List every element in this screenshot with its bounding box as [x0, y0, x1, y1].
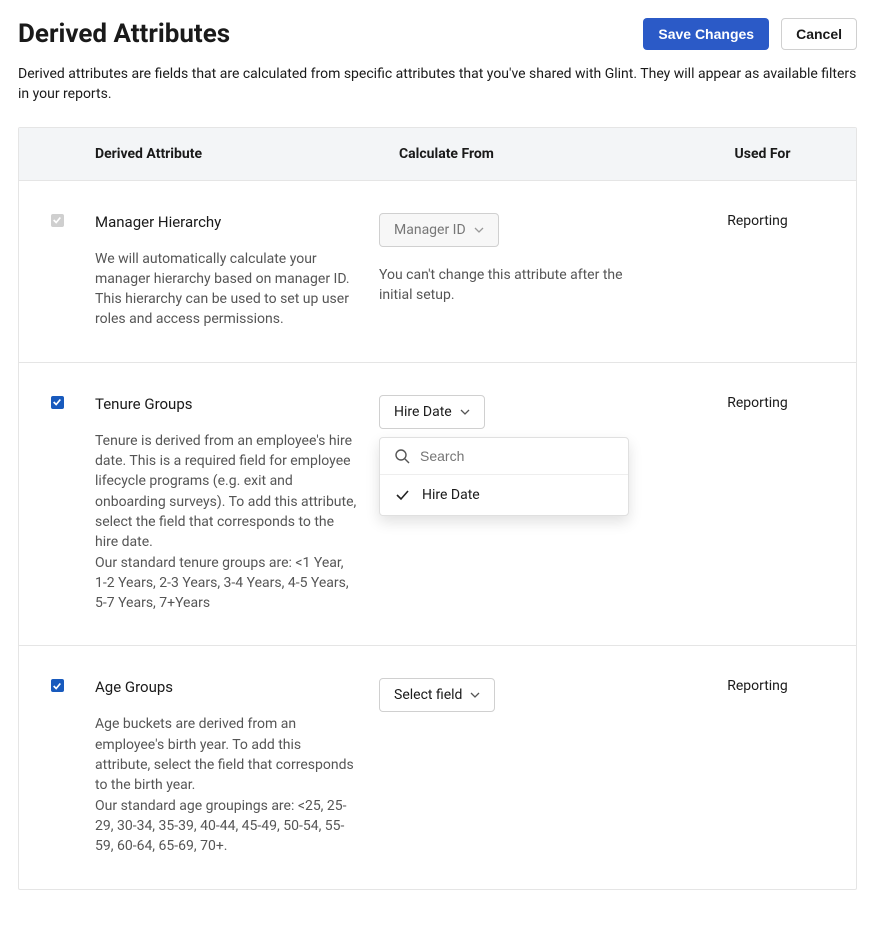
- calc-select-label: Hire Date: [394, 404, 452, 420]
- calc-dropdown-tenure: Hire Date: [379, 437, 629, 516]
- dropdown-option-label: Hire Date: [422, 487, 480, 503]
- column-derived-attribute: Derived Attribute: [95, 128, 399, 180]
- dropdown-search-input[interactable]: [420, 448, 614, 464]
- header-actions: Save Changes Cancel: [643, 18, 857, 50]
- cancel-button[interactable]: Cancel: [781, 18, 857, 50]
- row-title-manager: Manager Hierarchy: [95, 213, 357, 231]
- calc-helper-manager: You can't change this attribute after th…: [379, 265, 624, 306]
- row-desc-age-1: Age buckets are derived from an employee…: [95, 714, 357, 795]
- chevron-down-icon: [470, 690, 480, 700]
- checkbox-tenure-groups[interactable]: [51, 396, 64, 409]
- used-for-age: Reporting: [669, 678, 856, 694]
- column-checkbox: [19, 128, 95, 180]
- calc-select-tenure[interactable]: Hire Date: [379, 395, 485, 429]
- table-row-tenure-groups: Tenure Groups Tenure is derived from an …: [19, 363, 856, 647]
- used-for-tenure: Reporting: [669, 395, 856, 411]
- page-title: Derived Attributes: [18, 19, 230, 49]
- column-used-for: Used For: [669, 128, 856, 180]
- row-desc-tenure-1: Tenure is derived from an employee's hir…: [95, 431, 357, 553]
- page-description: Derived attributes are fields that are c…: [18, 64, 857, 105]
- checkbox-age-groups[interactable]: [51, 679, 64, 692]
- table-row-age-groups: Age Groups Age buckets are derived from …: [19, 646, 856, 888]
- dropdown-search-row: [380, 438, 628, 475]
- chevron-down-icon: [460, 407, 470, 417]
- calc-select-label: Select field: [394, 687, 462, 703]
- calc-select-age[interactable]: Select field: [379, 678, 495, 712]
- calc-select-label: Manager ID: [394, 222, 466, 238]
- column-calculate-from: Calculate From: [399, 128, 669, 180]
- chevron-down-icon: [474, 225, 484, 235]
- table-row-manager-hierarchy: Manager Hierarchy We will automatically …: [19, 181, 856, 363]
- check-icon: [394, 487, 410, 503]
- dropdown-option-hire-date[interactable]: Hire Date: [380, 475, 628, 515]
- row-desc-tenure-2: Our standard tenure groups are: <1 Year,…: [95, 553, 357, 614]
- check-icon: [52, 681, 62, 691]
- row-desc-manager: We will automatically calculate your man…: [95, 249, 357, 330]
- row-title-tenure: Tenure Groups: [95, 395, 357, 413]
- search-icon: [394, 448, 410, 464]
- row-desc-age-2: Our standard age groupings are: <25, 25-…: [95, 796, 357, 857]
- derived-attributes-table: Derived Attribute Calculate From Used Fo…: [18, 127, 857, 890]
- table-header: Derived Attribute Calculate From Used Fo…: [19, 128, 856, 181]
- used-for-manager: Reporting: [669, 213, 856, 229]
- check-icon: [52, 215, 62, 225]
- calc-select-manager: Manager ID: [379, 213, 499, 247]
- checkbox-manager-hierarchy: [51, 214, 64, 227]
- row-title-age: Age Groups: [95, 678, 357, 696]
- check-icon: [52, 397, 62, 407]
- save-button[interactable]: Save Changes: [643, 18, 769, 50]
